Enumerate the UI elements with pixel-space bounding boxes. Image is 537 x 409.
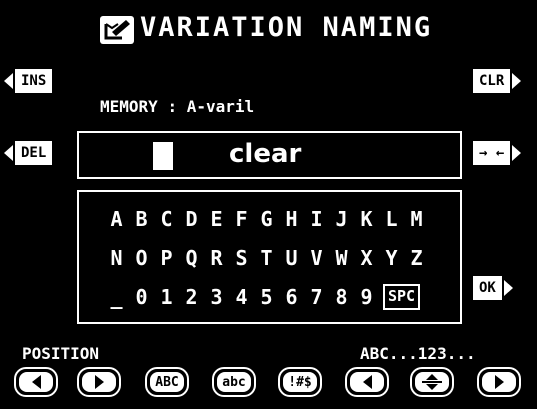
arrow-right-icon: [94, 375, 104, 389]
char-key[interactable]: T: [254, 245, 279, 271]
memory-value: A-varil: [186, 97, 255, 116]
swap-button-label: → ←: [473, 140, 511, 165]
char-key[interactable]: _: [104, 284, 129, 310]
char-right-button[interactable]: [477, 367, 521, 397]
char-key[interactable]: 4: [229, 284, 254, 310]
arrow-right-icon: [494, 375, 504, 389]
symbols-button-label: !#$: [283, 372, 317, 392]
memory-line: MEMORY : A-varil: [100, 97, 254, 116]
del-button-label: DEL: [15, 140, 53, 165]
name-field[interactable]: clear: [77, 131, 462, 179]
text-cursor: [153, 142, 173, 170]
char-key[interactable]: H: [279, 206, 304, 232]
char-key[interactable]: B: [129, 206, 154, 232]
char-key[interactable]: 9: [354, 284, 379, 310]
char-key[interactable]: 1: [154, 284, 179, 310]
char-key[interactable]: Y: [379, 245, 404, 271]
right-arrow-icon: [503, 279, 513, 296]
left-arrow-icon: [4, 72, 13, 89]
character-row-1: A B C D E F G H I J K L M: [104, 206, 429, 232]
variation-naming-screen: VARIATION NAMING INS DEL CLR → ← OK MEMO…: [0, 0, 537, 409]
space-key[interactable]: SPC: [383, 284, 421, 310]
char-key[interactable]: Z: [404, 245, 429, 271]
del-button[interactable]: DEL: [4, 140, 53, 165]
char-key[interactable]: 6: [279, 284, 304, 310]
char-key[interactable]: K: [354, 206, 379, 232]
lowercase-button[interactable]: abc: [212, 367, 256, 397]
char-key[interactable]: 7: [304, 284, 329, 310]
char-key[interactable]: C: [154, 206, 179, 232]
memory-separator: :: [167, 97, 178, 116]
left-arrow-icon: [4, 144, 13, 161]
position-right-button[interactable]: [77, 367, 121, 397]
char-key[interactable]: U: [279, 245, 304, 271]
char-key[interactable]: 0: [129, 284, 154, 310]
char-key[interactable]: 2: [179, 284, 204, 310]
up-down-arrow-icon: [422, 374, 442, 390]
position-left-button[interactable]: [14, 367, 58, 397]
char-key[interactable]: 5: [254, 284, 279, 310]
char-key[interactable]: F: [229, 206, 254, 232]
swap-button[interactable]: → ←: [473, 140, 522, 165]
arrow-left-icon: [362, 375, 372, 389]
char-key[interactable]: M: [404, 206, 429, 232]
symbols-button[interactable]: !#$: [278, 367, 322, 397]
arrow-left-icon: [31, 375, 41, 389]
char-left-button[interactable]: [345, 367, 389, 397]
memory-edit-icon: [100, 16, 134, 44]
char-key[interactable]: J: [329, 206, 354, 232]
char-key[interactable]: R: [204, 245, 229, 271]
ok-button-label: OK: [473, 275, 502, 300]
clr-button-label: CLR: [473, 68, 511, 93]
lowercase-button-label: abc: [217, 372, 251, 392]
right-arrow-icon: [512, 144, 522, 161]
char-key[interactable]: G: [254, 206, 279, 232]
ins-button-label: INS: [15, 68, 53, 93]
ok-button[interactable]: OK: [473, 275, 513, 300]
char-key[interactable]: Q: [179, 245, 204, 271]
position-label: POSITION: [22, 344, 100, 363]
char-key[interactable]: O: [129, 245, 154, 271]
char-key[interactable]: 8: [329, 284, 354, 310]
char-key[interactable]: L: [379, 206, 404, 232]
mode-label: ABC...123...: [360, 344, 476, 363]
char-key[interactable]: W: [329, 245, 354, 271]
char-updown-button[interactable]: [410, 367, 454, 397]
character-row-2: N O P Q R S T U V W X Y Z: [104, 245, 429, 271]
uppercase-button[interactable]: ABC: [145, 367, 189, 397]
char-key[interactable]: N: [104, 245, 129, 271]
char-key[interactable]: X: [354, 245, 379, 271]
ins-button[interactable]: INS: [4, 68, 53, 93]
char-key[interactable]: S: [229, 245, 254, 271]
char-key[interactable]: I: [304, 206, 329, 232]
name-value: clear: [229, 139, 302, 169]
char-key[interactable]: V: [304, 245, 329, 271]
right-arrow-icon: [512, 72, 522, 89]
character-row-3: _ 0 1 2 3 4 5 6 7 8 9 SPC: [104, 284, 421, 310]
character-grid: A B C D E F G H I J K L M N O P Q R S T …: [77, 190, 462, 324]
char-key[interactable]: 3: [204, 284, 229, 310]
char-key[interactable]: E: [204, 206, 229, 232]
char-key[interactable]: P: [154, 245, 179, 271]
char-key[interactable]: D: [179, 206, 204, 232]
clr-button[interactable]: CLR: [473, 68, 522, 93]
page-title: VARIATION NAMING: [140, 12, 433, 43]
uppercase-button-label: ABC: [150, 372, 184, 392]
memory-label: MEMORY: [100, 97, 158, 116]
char-key[interactable]: A: [104, 206, 129, 232]
